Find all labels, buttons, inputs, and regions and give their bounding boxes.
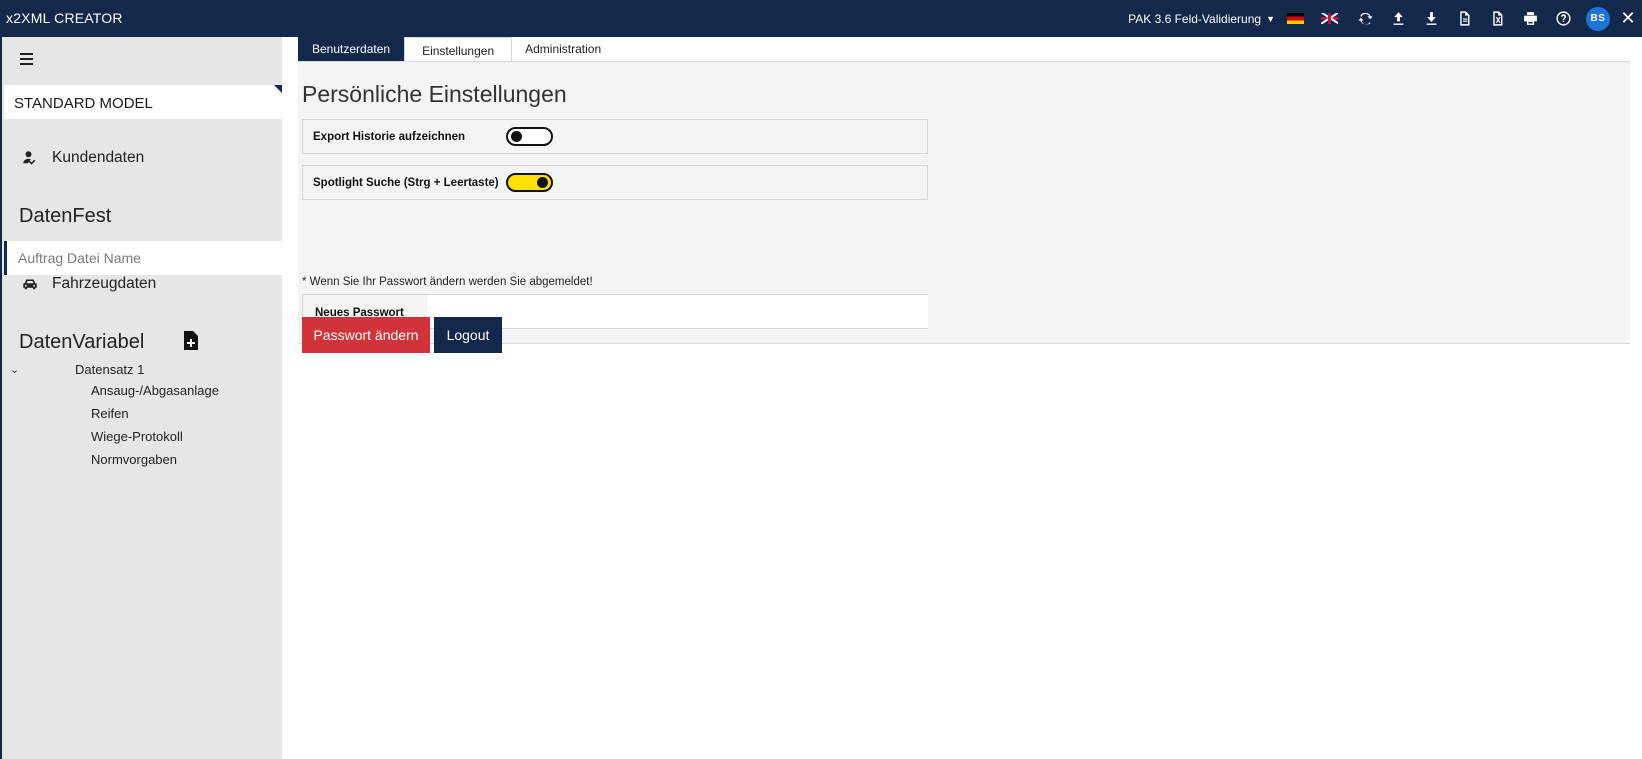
app-title: x2XML CREATOR <box>6 10 123 26</box>
model-name: STANDARD MODEL <box>14 95 153 112</box>
model-name-box[interactable]: STANDARD MODEL <box>4 85 282 119</box>
tab-bar: Benutzerdaten Einstellungen Administrati… <box>298 37 614 62</box>
setting-row-spotlight-suche: Spotlight Suche (Strg + Leertaste) <box>302 165 928 200</box>
logout-button[interactable]: Logout <box>434 317 502 353</box>
auftrag-datei-name-input[interactable] <box>4 241 284 275</box>
hamburger-menu-icon[interactable] <box>20 53 38 67</box>
setting-label: Spotlight Suche (Strg + Leertaste) <box>313 177 499 189</box>
toggle-knob <box>537 177 548 188</box>
model-selector-label: PAK 3.6 Feld-Validierung <box>1128 11 1262 26</box>
password-note: * Wenn Sie Ihr Passwort ändern werden Si… <box>302 276 593 288</box>
setting-row-export-historie: Export Historie aufzeichnen <box>302 119 928 154</box>
sidebar-item-label: Fahrzeugdaten <box>52 275 157 292</box>
main-content: Benutzerdaten Einstellungen Administrati… <box>282 37 1642 759</box>
sidebar-item-label: Kundendaten <box>52 149 145 166</box>
tab-benutzerdaten[interactable]: Benutzerdaten <box>298 37 405 62</box>
document-icon[interactable] <box>1454 9 1474 29</box>
excel-icon[interactable] <box>1487 9 1507 29</box>
section-title-datenvariabel: DatenVariabel <box>19 331 145 353</box>
download-icon[interactable] <box>1421 9 1441 29</box>
upload-icon[interactable] <box>1388 9 1408 29</box>
help-icon[interactable] <box>1553 9 1573 29</box>
add-file-icon[interactable] <box>183 331 199 350</box>
toggle-knob <box>511 131 522 142</box>
user-icon <box>23 151 36 165</box>
export-historie-toggle[interactable] <box>506 127 553 146</box>
settings-panel: Persönliche Einstellungen Export Histori… <box>298 61 1630 344</box>
page-title: Persönliche Einstellungen <box>302 81 567 107</box>
setting-label: Export Historie aufzeichnen <box>313 131 466 143</box>
sidebar-item-fahrzeugdaten[interactable]: Fahrzeugdaten <box>20 275 156 293</box>
car-icon <box>23 279 37 290</box>
avatar[interactable]: BS <box>1586 6 1610 31</box>
tree-item-ansaug[interactable]: Ansaug-/Abgasanlage <box>91 383 219 398</box>
top-bar: x2XML CREATOR PAK 3.6 Feld-Validierung ▼… <box>0 0 1642 37</box>
tree-item-reifen[interactable]: Reifen <box>91 406 129 421</box>
spotlight-suche-toggle[interactable] <box>506 173 553 192</box>
tree-item-wiege-protokoll[interactable]: Wiege-Protokoll <box>91 429 183 444</box>
print-icon[interactable] <box>1520 9 1540 29</box>
corner-indicator <box>274 85 282 93</box>
new-password-input[interactable] <box>427 295 928 328</box>
chevron-down-icon[interactable]: ⌄ <box>10 363 19 376</box>
tree-item-normvorgaben[interactable]: Normvorgaben <box>91 452 177 467</box>
top-bar-actions: PAK 3.6 Feld-Validierung ▼ BS ✕ <box>1128 0 1642 37</box>
close-icon[interactable]: ✕ <box>1620 8 1636 29</box>
model-selector[interactable]: PAK 3.6 Feld-Validierung ▼ <box>1128 12 1275 26</box>
tab-einstellungen[interactable]: Einstellungen <box>404 37 513 62</box>
flag-uk-icon[interactable] <box>1321 13 1338 24</box>
change-password-button[interactable]: Passwort ändern <box>302 317 430 353</box>
refresh-icon[interactable] <box>1355 9 1375 29</box>
caret-down-icon: ▼ <box>1266 13 1275 24</box>
flag-de-icon[interactable] <box>1287 13 1304 24</box>
section-title-datenfest: DatenFest <box>19 205 112 227</box>
sidebar-item-kundendaten[interactable]: Kundendaten <box>20 149 144 167</box>
tab-administration[interactable]: Administration <box>512 37 614 62</box>
sidebar: STANDARD MODEL Kundendaten DatenFest Fah… <box>0 37 284 759</box>
tree-item-datensatz[interactable]: Datensatz 1 <box>75 362 144 377</box>
